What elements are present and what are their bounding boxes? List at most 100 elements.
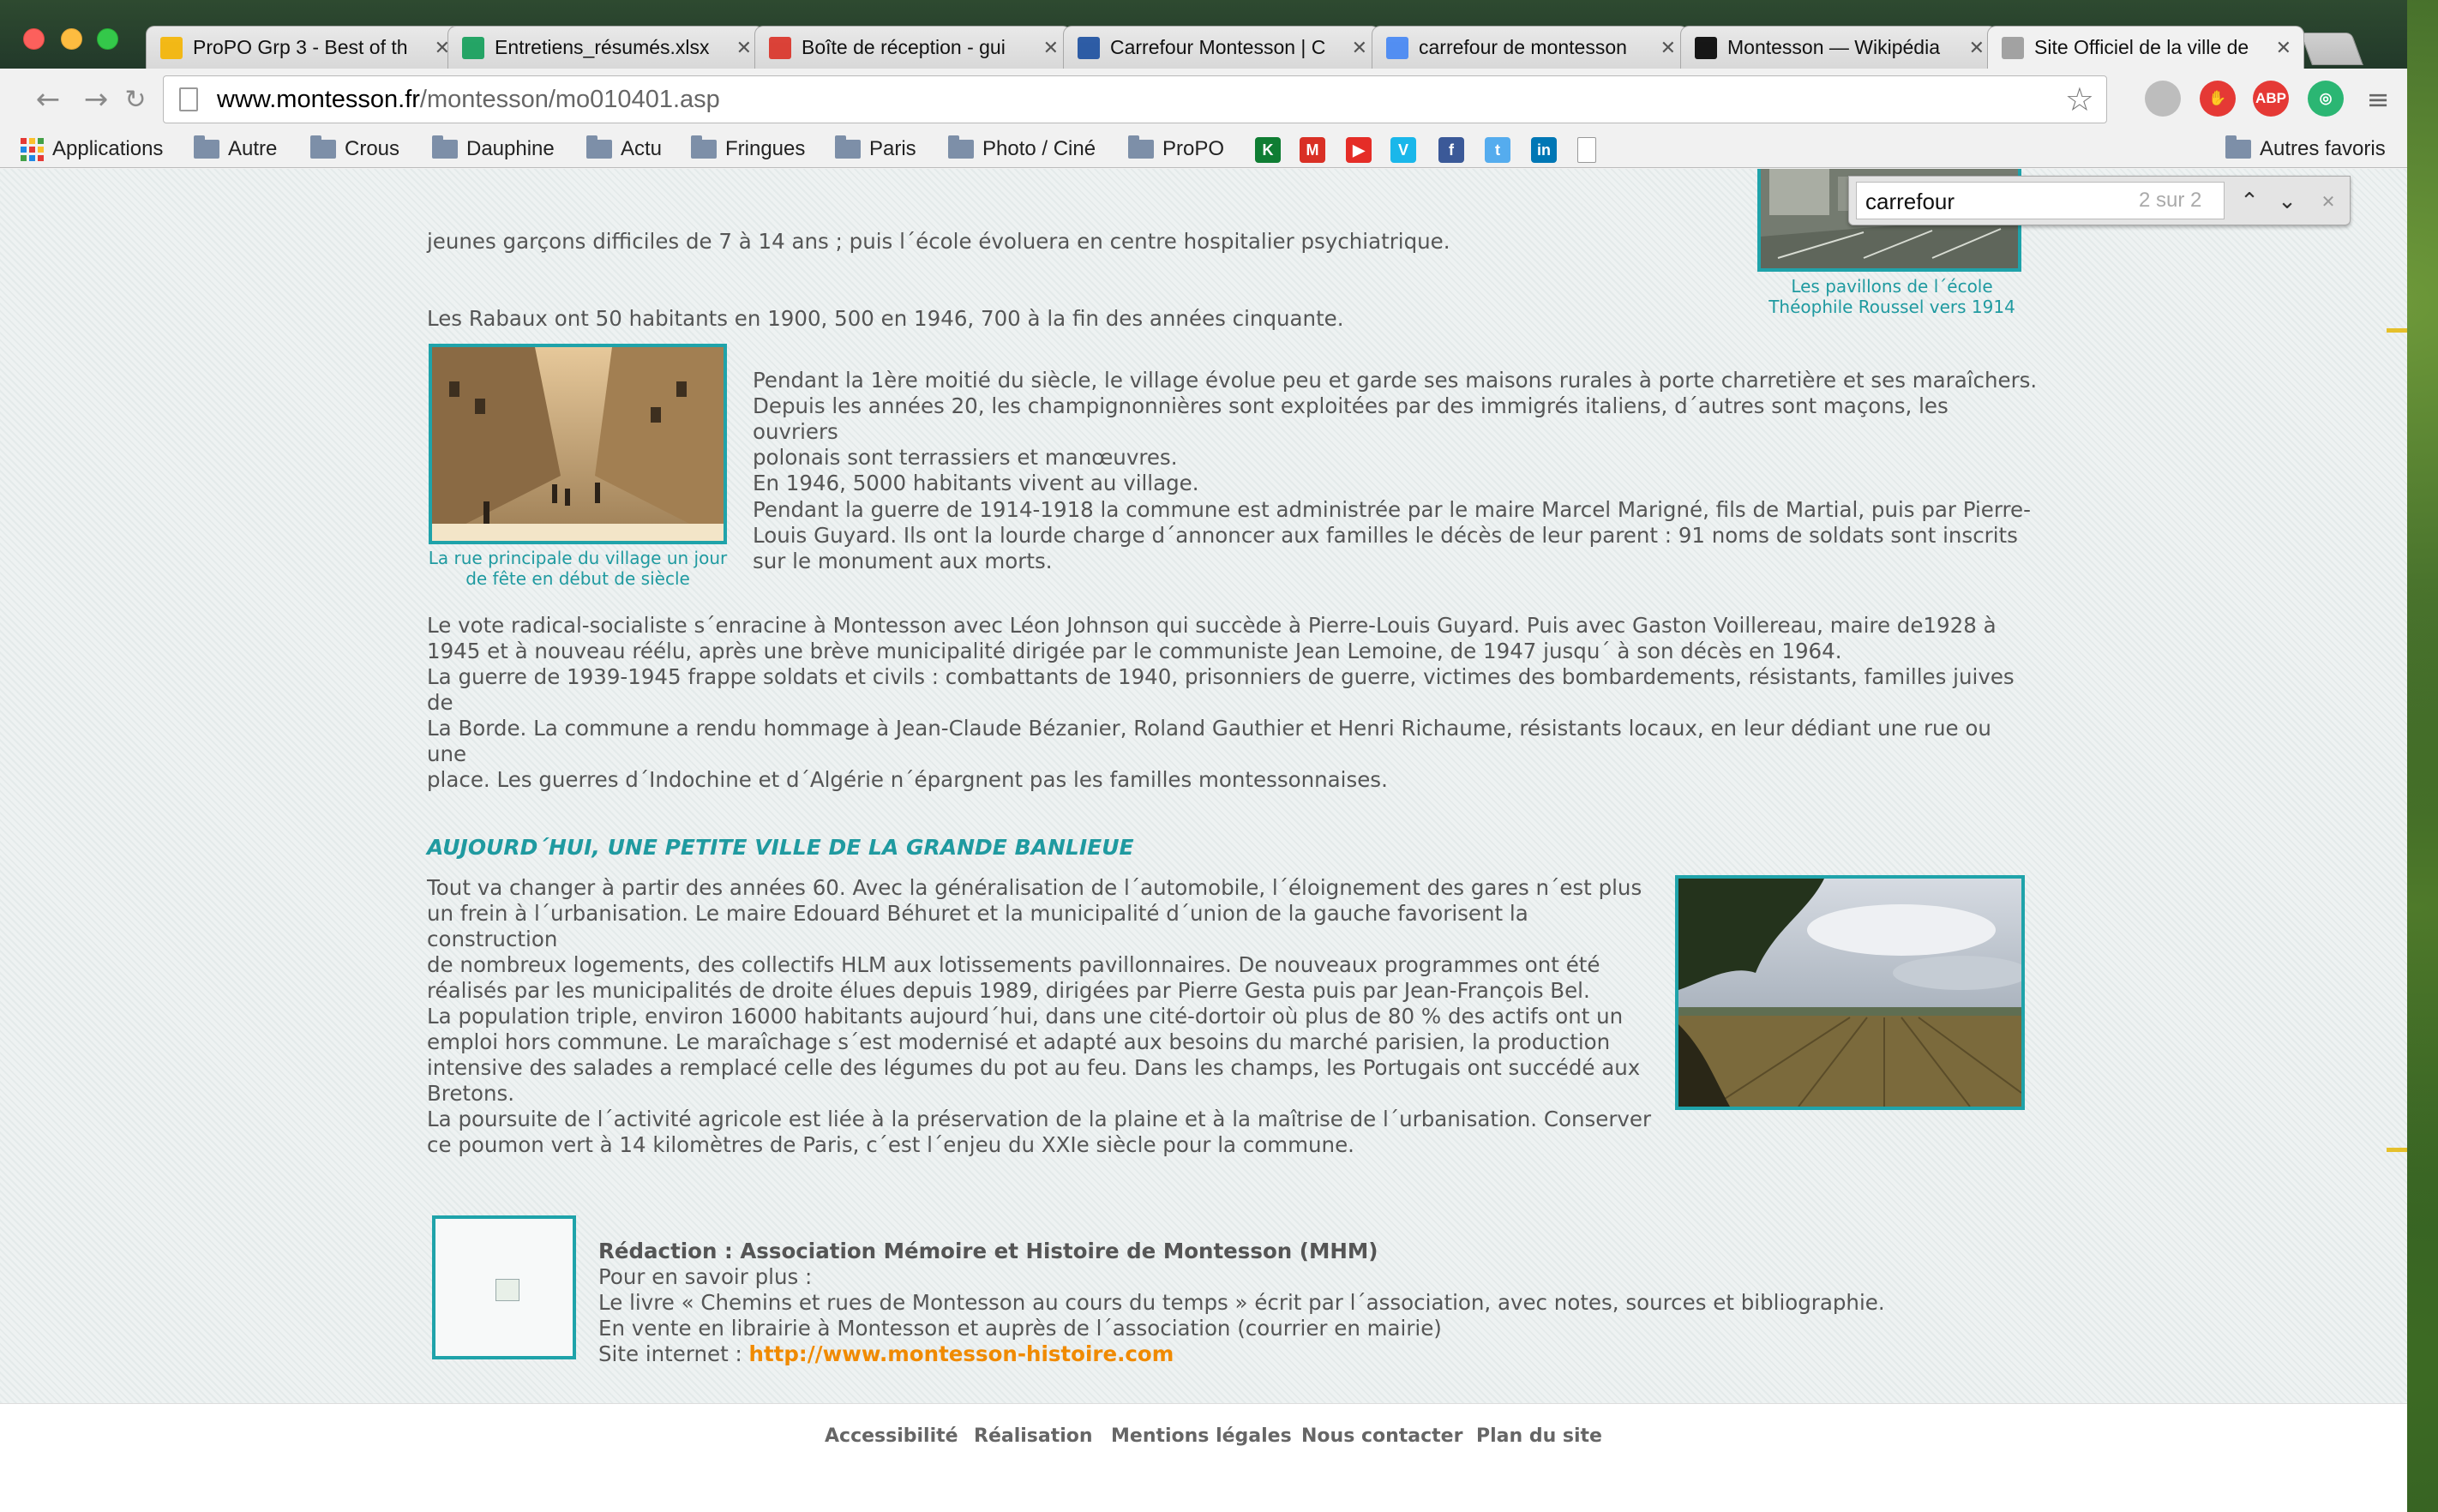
sheets-icon: [462, 36, 484, 59]
find-next-button[interactable]: ⌄: [2269, 185, 2305, 218]
credit-image-placeholder: [432, 1215, 576, 1359]
folder-icon: [194, 135, 219, 159]
window-close-button[interactable]: [23, 28, 45, 50]
find-count: 2 sur 2: [2139, 189, 2202, 212]
new-tab-button[interactable]: [2300, 33, 2363, 65]
footer-link[interactable]: Mentions légales: [1111, 1425, 1292, 1447]
folder-icon: [310, 135, 336, 159]
footer-link[interactable]: Réalisation: [974, 1425, 1093, 1447]
gmail-bookmark-icon[interactable]: M: [1300, 137, 1325, 163]
tab-close-icon[interactable]: ✕: [1969, 37, 1985, 59]
bookmark-label: Crous: [345, 137, 400, 160]
credit-site-label: Site internet :: [598, 1341, 749, 1366]
back-arrow-icon[interactable]: ←: [29, 81, 67, 118]
browser-tab[interactable]: Montesson — Wikipédia ✕: [1680, 26, 1997, 69]
footer-link[interactable]: Plan du site: [1476, 1425, 1602, 1447]
tab-close-icon[interactable]: ✕: [1043, 37, 1059, 59]
window-minimize-button[interactable]: [61, 28, 82, 50]
adblock-plus-icon[interactable]: ABP: [2253, 81, 2289, 117]
tab-title: Site Officiel de la ville de: [2034, 36, 2249, 58]
kickstarter-icon[interactable]: K: [1255, 137, 1281, 163]
google-icon: [1386, 36, 1408, 59]
grammarly-icon[interactable]: ◎: [2308, 81, 2344, 117]
page-icon: [2002, 36, 2024, 59]
wikipedia-icon: [1695, 36, 1717, 59]
folder-icon: [432, 135, 458, 159]
youtube-icon[interactable]: ▶: [1346, 137, 1372, 163]
find-match-marker: [2387, 1148, 2407, 1152]
forward-arrow-icon[interactable]: →: [77, 81, 115, 118]
other-bookmarks-folder[interactable]: Autres favoris: [2225, 135, 2386, 163]
landscape-image: [1678, 879, 2021, 1107]
facebook-icon[interactable]: f: [1438, 137, 1464, 163]
page-icon: [179, 87, 198, 111]
bookmark-label: Applications: [52, 137, 164, 160]
browser-tab[interactable]: Entretiens_résumés.xlsx ✕: [447, 26, 765, 69]
find-match-marker: [2387, 328, 2407, 333]
puzzle-icon[interactable]: [2145, 81, 2181, 117]
folder-icon: [691, 135, 717, 159]
browser-tab[interactable]: Site Officiel de la ville de ✕: [1987, 26, 2304, 69]
carrefour-icon: [1078, 36, 1100, 59]
bookmark-folder[interactable]: Dauphine: [432, 135, 555, 163]
bookmark-folder[interactable]: ProPO: [1128, 135, 1224, 163]
bookmark-folder[interactable]: Crous: [310, 135, 399, 163]
menu-icon[interactable]: ≡: [2359, 81, 2397, 118]
url-host: www.montesson.fr: [217, 85, 420, 113]
apps-grid-icon: [21, 137, 44, 161]
village-paragraph: Pendant la 1ère moitié du siècle, le vil…: [753, 368, 2038, 495]
credit-block: Rédaction : Association Mémoire et Histo…: [598, 1239, 2056, 1367]
address-bar[interactable]: www.montesson.fr/montesson/mo010401.asp …: [163, 75, 2107, 123]
window-maximize-button[interactable]: [97, 28, 118, 50]
browser-tab[interactable]: Carrefour Montesson | C ✕: [1063, 26, 1380, 69]
bookmark-label: ProPO: [1162, 137, 1225, 160]
credit-more: Pour en savoir plus :: [598, 1264, 813, 1289]
bookmark-label: Autre: [228, 137, 278, 160]
credit-site-link[interactable]: http://www.montesson-histoire.com: [749, 1341, 1174, 1366]
other-bookmarks-label: Autres favoris: [2260, 137, 2386, 160]
tab-strip: ProPO Grp 3 - Best of th ✕ Entretiens_résu…: [0, 0, 2407, 69]
browser-tab[interactable]: ProPO Grp 3 - Best of th ✕: [146, 26, 463, 69]
find-close-button[interactable]: ✕: [2310, 185, 2346, 218]
footer-link[interactable]: Nous contacter: [1301, 1425, 1462, 1447]
reload-icon[interactable]: ↻: [117, 81, 154, 118]
bookmark-label: Paris: [869, 137, 916, 160]
tab-close-icon[interactable]: ✕: [1352, 37, 1367, 59]
bookmark-folder[interactable]: Photo / Ciné: [948, 135, 1096, 163]
document-icon[interactable]: [1577, 137, 1596, 163]
browser-tab[interactable]: Boîte de réception - gui ✕: [754, 26, 1072, 69]
tab-close-icon[interactable]: ✕: [2276, 37, 2291, 59]
broken-image-icon: [495, 1279, 519, 1301]
browser-window: ProPO Grp 3 - Best of th ✕ Entretiens_résu…: [0, 0, 2407, 1512]
bookmark-folder[interactable]: Paris: [835, 135, 916, 163]
find-bar: carrefour 2 sur 2 ⌃ ⌄ ✕: [1848, 176, 2351, 225]
folder-icon: [1128, 135, 1154, 159]
bookmark-star-icon[interactable]: ☆: [2065, 81, 2094, 119]
bookmark-label: Dauphine: [466, 137, 555, 160]
bookmark-folder[interactable]: Fringues: [691, 135, 805, 163]
footer-link[interactable]: Accessibilité: [825, 1425, 958, 1447]
twitter-icon[interactable]: t: [1485, 137, 1510, 163]
page-footer: [0, 1403, 2407, 1512]
bookmark-folder[interactable]: Autre: [194, 135, 277, 163]
tab-title: Montesson — Wikipédia: [1727, 36, 1940, 58]
linkedin-icon[interactable]: in: [1531, 137, 1557, 163]
folder-icon: [835, 135, 861, 159]
street-photo: [429, 344, 727, 544]
hand-block-icon[interactable]: ✋: [2200, 81, 2236, 117]
tab-title: Boîte de réception - gui: [802, 36, 1006, 58]
tab-close-icon[interactable]: ✕: [1660, 37, 1676, 59]
folder-icon: [2225, 135, 2251, 159]
bookmark-folder[interactable]: Actu: [586, 135, 662, 163]
bookmark-apps[interactable]: Applications: [21, 135, 163, 163]
page-content: jeunes garçons difficiles de 7 à 14 ans …: [0, 169, 2407, 1512]
tab-title: Carrefour Montesson | C: [1110, 36, 1326, 58]
credit-sale: En vente en librairie à Montesson et aup…: [598, 1316, 1442, 1341]
tab-close-icon[interactable]: ✕: [736, 37, 752, 59]
vimeo-icon[interactable]: V: [1390, 137, 1416, 163]
tab-title: ProPO Grp 3 - Best of th: [193, 36, 408, 58]
browser-tab[interactable]: carrefour de montesson ✕: [1372, 26, 1689, 69]
find-previous-button[interactable]: ⌃: [2231, 185, 2267, 218]
bookmark-label: Actu: [621, 137, 663, 160]
section-heading: AUJOURD´HUI, UNE PETITE VILLE DE LA GRAN…: [427, 835, 1134, 860]
